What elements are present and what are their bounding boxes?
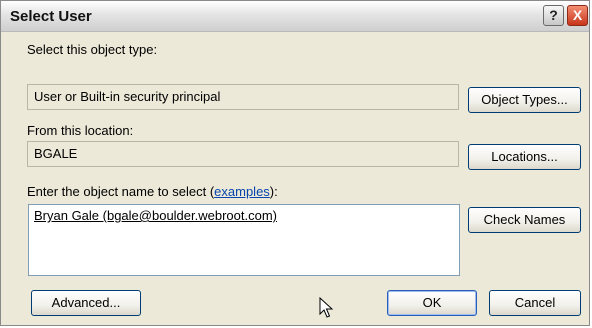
object-name-label-suffix: ): — [269, 184, 278, 199]
object-name-value: Bryan Gale (bgale@boulder.webroot.com) — [34, 208, 277, 223]
dialog-title: Select User — [10, 8, 92, 25]
cancel-button[interactable]: Cancel — [489, 290, 581, 316]
close-button[interactable]: X — [567, 5, 588, 26]
location-field: BGALE — [27, 141, 459, 167]
check-names-button[interactable]: Check Names — [468, 207, 581, 233]
examples-link[interactable]: examples — [214, 184, 270, 199]
object-type-label: Select this object type: — [27, 42, 158, 57]
object-type-field: User or Built-in security principal — [27, 84, 459, 110]
help-button[interactable]: ? — [543, 5, 564, 26]
title-bar: Select User ? X — [1, 1, 589, 32]
select-user-dialog: Select User ? X Select this object type:… — [0, 0, 590, 326]
object-name-label-prefix: Enter the object name to select ( — [27, 184, 215, 199]
ok-button[interactable]: OK — [387, 290, 477, 316]
object-name-label: Enter the object name to select (example… — [27, 184, 278, 199]
mouse-pointer-icon — [319, 297, 333, 318]
object-name-input[interactable]: Bryan Gale (bgale@boulder.webroot.com) — [28, 204, 460, 276]
locations-button[interactable]: Locations... — [468, 144, 581, 170]
object-types-button[interactable]: Object Types... — [468, 87, 581, 113]
advanced-button[interactable]: Advanced... — [31, 290, 141, 316]
location-label: From this location: — [27, 123, 134, 138]
